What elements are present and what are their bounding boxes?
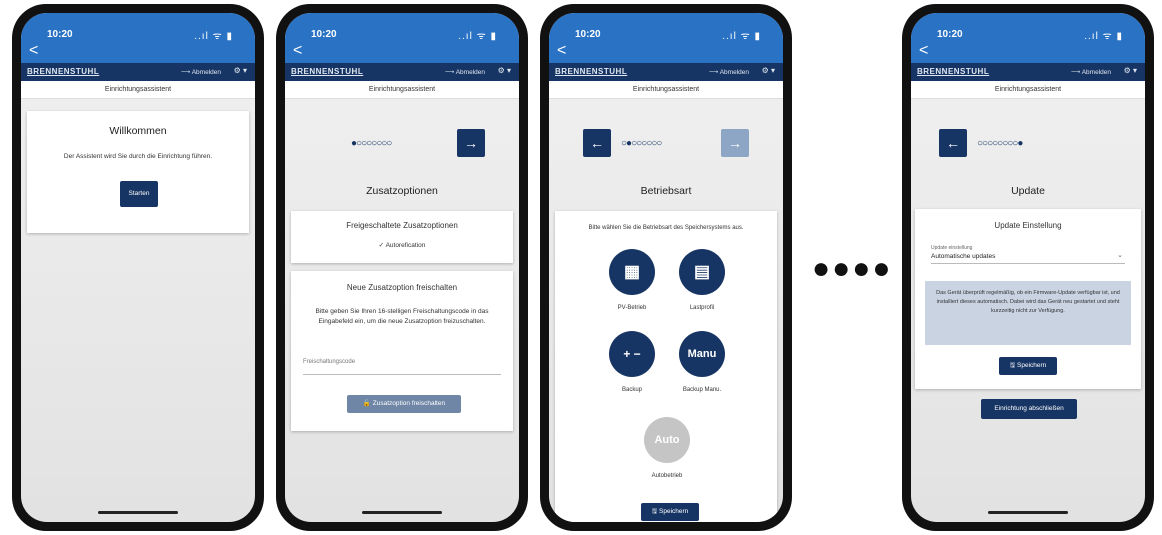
finish-setup-button[interactable]: Einrichtung abschließen: [981, 399, 1077, 419]
status-bar: 10:20 ..ıl ᯤ ▮ <: [911, 13, 1145, 63]
new-option-text: Bitte geben Sie Ihren 16-stelligen Freis…: [315, 308, 489, 325]
brand-logo: BRENNENSTUHL: [917, 67, 990, 76]
unlocked-options-title: Freigeschaltete Zusatzoptionen: [346, 221, 458, 230]
start-button[interactable]: Starten: [120, 181, 158, 207]
language-menu-icon[interactable]: ⚙ ▾: [234, 66, 247, 75]
system-icons: ..ıl ᯤ ▮: [722, 31, 761, 42]
update-card: Update Einstellung Update einstellung Au…: [915, 209, 1141, 389]
save-button[interactable]: 🖫 Speichern: [999, 357, 1057, 375]
unlocked-option-item: ✓ Autorefication: [378, 242, 426, 249]
update-card-title: Update Einstellung: [994, 221, 1062, 230]
auto-mode-icon: Auto: [644, 417, 690, 463]
new-option-title: Neue Zusatzoption freischalten: [346, 283, 458, 292]
home-indicator: [988, 511, 1068, 514]
status-time: 10:20: [47, 29, 73, 40]
next-step-button[interactable]: →: [721, 129, 749, 157]
mode-heading: Betriebsart: [640, 185, 692, 197]
next-step-button[interactable]: →: [457, 129, 485, 157]
logout-button[interactable]: ⟶ Abmelden: [1071, 68, 1111, 76]
mode-label: Backup Manu.: [682, 387, 722, 393]
update-select-label: Update einstellung: [931, 245, 973, 251]
prev-step-button[interactable]: ←: [583, 129, 611, 157]
options-heading: Zusatzoptionen: [366, 185, 438, 197]
unlocked-options-card: Freigeschaltete Zusatzoptionen ✓ Autoref…: [291, 211, 513, 263]
phone-welcome: 10:20 ..ıl ᯤ ▮ < BRENNENSTUHL ⟶ Abmelden…: [12, 4, 264, 531]
save-button[interactable]: 🖫 Speichern: [641, 503, 699, 521]
status-bar: 10:20 ..ıl ᯤ ▮ <: [549, 13, 783, 63]
unlock-option-button[interactable]: 🔓 Zusatzoption freischalten: [347, 395, 461, 413]
step-indicator: ○●○○○○○○: [621, 138, 662, 149]
welcome-text: Der Assistent wird Sie durch die Einrich…: [63, 153, 213, 160]
welcome-heading: Willkommen: [109, 125, 167, 137]
unlock-code-input[interactable]: Freischaltungscode: [303, 359, 501, 375]
system-icons: ..ıl ᯤ ▮: [1084, 31, 1123, 42]
phone-mode: 10:20 ..ıl ᯤ ▮ < BRENNENSTUHL ⟶ Abmelden…: [540, 4, 792, 531]
welcome-card: Willkommen Der Assistent wird Sie durch …: [27, 111, 249, 233]
screen-title: Einrichtungsassistent: [549, 81, 783, 99]
language-menu-icon[interactable]: ⚙ ▾: [498, 66, 511, 75]
update-select[interactable]: Automatische updates: [931, 253, 1125, 264]
back-arrow-icon[interactable]: <: [293, 43, 302, 59]
chevron-down-icon[interactable]: ⌄: [1117, 251, 1123, 259]
app-bar: BRENNENSTUHL ⟶ Abmelden ⚙ ▾: [21, 63, 255, 81]
mode-label: PV-Betrieb: [617, 305, 647, 311]
screen-title: Einrichtungsassistent: [285, 81, 519, 99]
system-icons: ..ıl ᯤ ▮: [194, 31, 233, 42]
system-icons: ..ıl ᯤ ▮: [458, 31, 497, 42]
home-indicator: [98, 511, 178, 514]
logout-button[interactable]: ⟶ Abmelden: [445, 68, 485, 76]
status-time: 10:20: [311, 29, 337, 40]
mode-label: Backup: [621, 387, 642, 393]
manual-backup-icon[interactable]: Manu: [679, 331, 725, 377]
back-arrow-icon[interactable]: <: [919, 43, 928, 59]
language-menu-icon[interactable]: ⚙ ▾: [1124, 66, 1137, 75]
status-bar: 10:20 ..ıl ᯤ ▮ <: [285, 13, 519, 63]
status-time: 10:20: [937, 29, 963, 40]
new-option-card: Neue Zusatzoption freischalten Bitte geb…: [291, 271, 513, 431]
phone-screen: 10:20 ..ıl ᯤ ▮ < BRENNENSTUHL ⟶ Abmelden…: [21, 13, 255, 522]
phone-screen: 10:20 ..ıl ᯤ ▮ < BRENNENSTUHL ⟶ Abmelden…: [549, 13, 783, 522]
prev-step-button[interactable]: ←: [939, 129, 967, 157]
phone-screen: 10:20 ..ıl ᯤ ▮ < BRENNENSTUHL ⟶ Abmelden…: [911, 13, 1145, 522]
battery-icon[interactable]: + −: [609, 331, 655, 377]
mode-label: Autobetrieb: [651, 473, 683, 479]
phone-update: 10:20 ..ıl ᯤ ▮ < BRENNENSTUHL ⟶ Abmelden…: [902, 4, 1154, 531]
mode-intro: Bitte wählen Sie die Betriebsart des Spe…: [588, 225, 744, 231]
update-info-box: Das Gerät überprüft regelmäßig, ob ein F…: [925, 281, 1131, 345]
app-bar: BRENNENSTUHL ⟶ Abmelden ⚙ ▾: [549, 63, 783, 81]
logout-button[interactable]: ⟶ Abmelden: [709, 68, 749, 76]
brand-logo: BRENNENSTUHL: [291, 67, 364, 76]
phone-screen: 10:20 ..ıl ᯤ ▮ < BRENNENSTUHL ⟶ Abmelden…: [285, 13, 519, 522]
phone-options: 10:20 ..ıl ᯤ ▮ < BRENNENSTUHL ⟶ Abmelden…: [276, 4, 528, 531]
back-arrow-icon[interactable]: <: [29, 43, 38, 59]
screen-title: Einrichtungsassistent: [911, 81, 1145, 99]
more-steps-indicator: ●●●●: [812, 252, 893, 285]
meter-icon[interactable]: ▤: [679, 249, 725, 295]
update-heading: Update: [1011, 185, 1045, 197]
logout-button[interactable]: ⟶ Abmelden: [181, 68, 221, 76]
step-indicator: ○○○○○○○○●: [977, 138, 1023, 149]
step-indicator: ●○○○○○○○: [351, 138, 392, 149]
status-time: 10:20: [575, 29, 601, 40]
mode-label: Lastprofil: [689, 305, 715, 311]
back-arrow-icon[interactable]: <: [557, 43, 566, 59]
status-bar: 10:20 ..ıl ᯤ ▮ <: [21, 13, 255, 63]
brand-logo: BRENNENSTUHL: [27, 67, 100, 76]
language-menu-icon[interactable]: ⚙ ▾: [762, 66, 775, 75]
mode-card: Bitte wählen Sie die Betriebsart des Spe…: [555, 211, 777, 522]
screen-title: Einrichtungsassistent: [21, 81, 255, 99]
app-bar: BRENNENSTUHL ⟶ Abmelden ⚙ ▾: [911, 63, 1145, 81]
solar-panel-icon[interactable]: ▦: [609, 249, 655, 295]
app-bar: BRENNENSTUHL ⟶ Abmelden ⚙ ▾: [285, 63, 519, 81]
brand-logo: BRENNENSTUHL: [555, 67, 628, 76]
home-indicator: [362, 511, 442, 514]
